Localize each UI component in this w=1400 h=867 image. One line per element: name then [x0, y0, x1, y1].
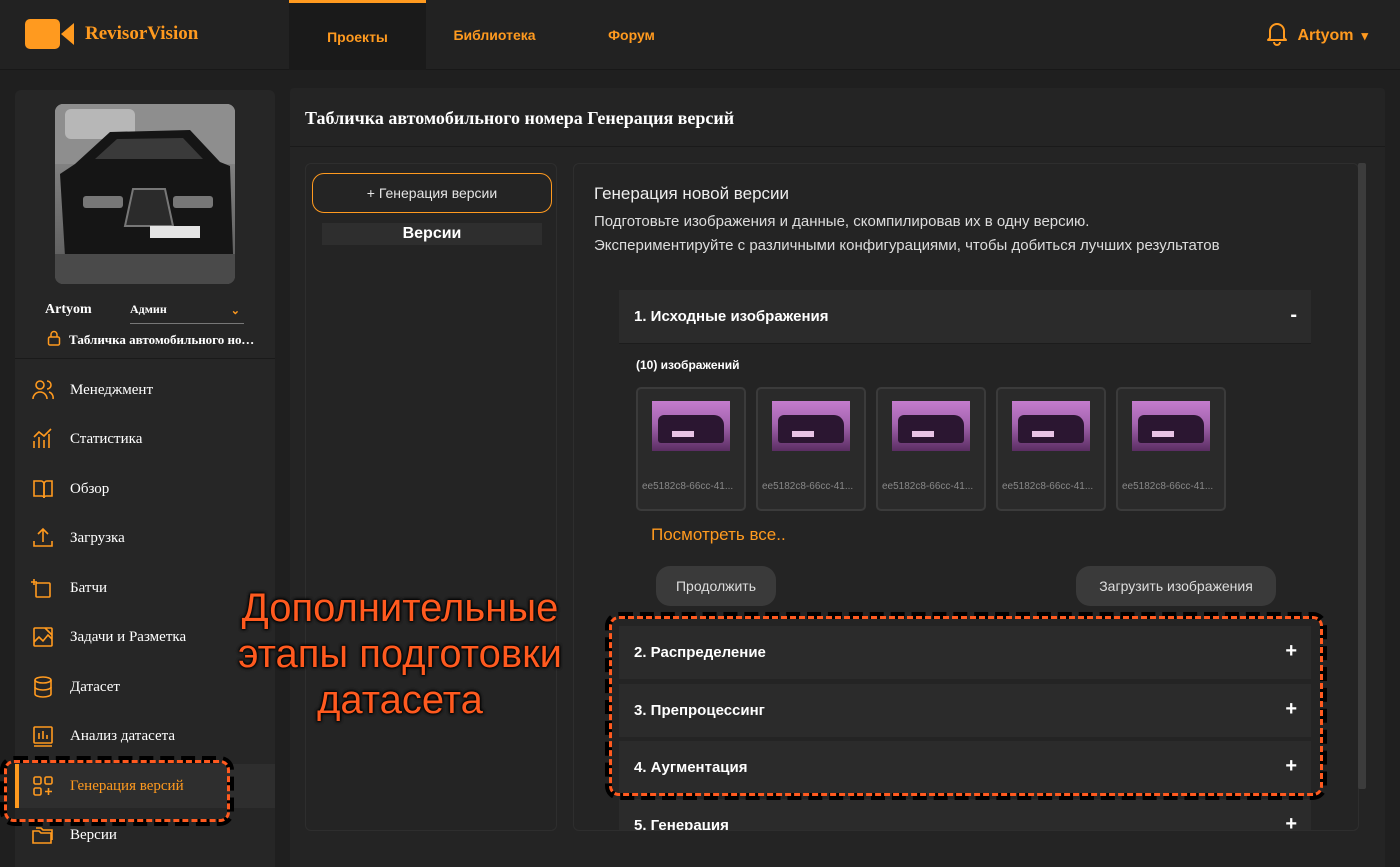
- stats-icon: [31, 427, 55, 451]
- continue-button[interactable]: Продолжить: [656, 566, 776, 606]
- bell-icon[interactable]: [1265, 20, 1289, 51]
- thumbnail-name: ee5182c8-66cc-41...: [642, 481, 734, 492]
- chevron-down-icon: ⌄: [230, 305, 240, 317]
- thumbnail-image: [652, 401, 730, 451]
- expand-icon[interactable]: +: [1285, 813, 1297, 830]
- page-title: Табличка автомобильного номера Генерация…: [305, 108, 735, 128]
- versions-heading: Версии: [322, 223, 542, 245]
- thumbnail-image: [1012, 401, 1090, 451]
- section-generation[interactable]: 5. Генерация +: [619, 799, 1311, 831]
- section-label: 5. Генерация: [634, 817, 729, 831]
- highlight-box-inner: [609, 616, 1323, 796]
- highlight-box-inner: [4, 760, 230, 822]
- thumbnail-name: ee5182c8-66cc-41...: [762, 481, 854, 492]
- upload-images-button[interactable]: Загрузить изображения: [1076, 566, 1276, 606]
- section-source-images[interactable]: 1. Исходные изображения -: [619, 290, 1311, 343]
- image-thumbnail[interactable]: ee5182c8-66cc-41...: [876, 387, 986, 511]
- user-name: Artyom: [1297, 26, 1354, 44]
- camera-logo-icon: [25, 19, 75, 49]
- divider: [290, 146, 1385, 147]
- thumbnail-image: [892, 401, 970, 451]
- sidebar-item-label: Анализ датасета: [70, 727, 176, 744]
- image-thumbnail[interactable]: ee5182c8-66cc-41...: [1116, 387, 1226, 511]
- role-value: Админ: [130, 302, 167, 316]
- divider: [15, 358, 275, 359]
- batch-icon: [31, 576, 55, 600]
- thumbnail-name: ee5182c8-66cc-41...: [882, 481, 974, 492]
- user-menu[interactable]: Artyom ▾: [1265, 20, 1368, 51]
- generation-description: Экспериментируйте с различными конфигура…: [594, 237, 1220, 254]
- see-all-link[interactable]: Посмотреть все..: [651, 525, 786, 545]
- top-bar: RevisorVision Проекты Библиотека Форум A…: [0, 0, 1400, 70]
- thumbnail-name: ee5182c8-66cc-41...: [1002, 481, 1094, 492]
- thumbnail-image: [1132, 401, 1210, 451]
- scrollbar[interactable]: [1358, 163, 1368, 831]
- folders-icon: [31, 823, 55, 847]
- sidebar-item-label: Версии: [70, 826, 117, 843]
- thumbnail-image: [772, 401, 850, 451]
- sidebar-item-label: Менеджмент: [70, 381, 154, 398]
- annotation-line: Дополнительные: [241, 586, 559, 630]
- sidebar-user-name: Artyom: [45, 302, 92, 317]
- book-icon: [31, 477, 55, 501]
- sidebar-item-label: Батчи: [70, 579, 108, 596]
- versions-panel: + Генерация версии Версии: [305, 163, 557, 831]
- upload-icon: [31, 526, 55, 550]
- sidebar-item-label: Обзор: [70, 480, 110, 497]
- project-image: [55, 104, 235, 284]
- source-images-body: (10) изображений ee5182c8-66cc-41... ee5…: [619, 343, 1311, 606]
- sidebar: Artyom Админ ⌄ Табличка автомобильного н…: [15, 90, 275, 867]
- logo[interactable]: RevisorVision: [25, 19, 198, 49]
- lock-icon: [47, 330, 61, 350]
- sidebar-item-label: Статистика: [70, 430, 143, 447]
- annotation-line: датасета: [317, 678, 483, 722]
- annotate-icon: [31, 625, 55, 649]
- collapse-icon[interactable]: -: [1290, 304, 1297, 327]
- sidebar-item-statistics[interactable]: Статистика: [15, 417, 275, 461]
- tab-projects[interactable]: Проекты: [289, 0, 426, 70]
- database-icon: [31, 675, 55, 699]
- annotation-line: этапы подготовки: [238, 632, 562, 676]
- sidebar-item-label: Задачи и Разметка: [70, 628, 187, 645]
- caret-down-icon: ▾: [1361, 27, 1368, 43]
- role-select[interactable]: Админ ⌄: [130, 302, 244, 324]
- image-thumbnail[interactable]: ee5182c8-66cc-41...: [996, 387, 1106, 511]
- generation-heading: Генерация новой версии: [594, 184, 790, 203]
- annotation-text: Дополнительные этапы подготовки датасета: [190, 585, 610, 723]
- generation-description: Подготовьте изображения и данные, скомпи…: [594, 213, 1090, 230]
- tab-forum[interactable]: Форум: [563, 0, 700, 70]
- sidebar-item-label: Датасет: [70, 678, 120, 695]
- image-thumbnail[interactable]: ee5182c8-66cc-41...: [756, 387, 866, 511]
- project-name: Табличка автомобильного номера: [47, 330, 262, 350]
- image-count: (10) изображений: [636, 358, 740, 372]
- tab-library[interactable]: Библиотека: [426, 0, 563, 70]
- sidebar-item-upload[interactable]: Загрузка: [15, 516, 275, 560]
- section-label: 1. Исходные изображения: [634, 308, 829, 325]
- sidebar-item-overview[interactable]: Обзор: [15, 467, 275, 511]
- users-icon: [31, 378, 55, 402]
- app-name: RevisorVision: [85, 23, 199, 44]
- analysis-icon: [31, 724, 55, 748]
- image-thumbnail[interactable]: ee5182c8-66cc-41...: [636, 387, 746, 511]
- sidebar-item-management[interactable]: Менеджмент: [15, 368, 275, 412]
- generate-version-button[interactable]: + Генерация версии: [312, 173, 552, 213]
- sidebar-item-label: Загрузка: [70, 529, 125, 546]
- thumbnail-name: ee5182c8-66cc-41...: [1122, 481, 1214, 492]
- project-title: Табличка автомобильного номера: [69, 332, 262, 347]
